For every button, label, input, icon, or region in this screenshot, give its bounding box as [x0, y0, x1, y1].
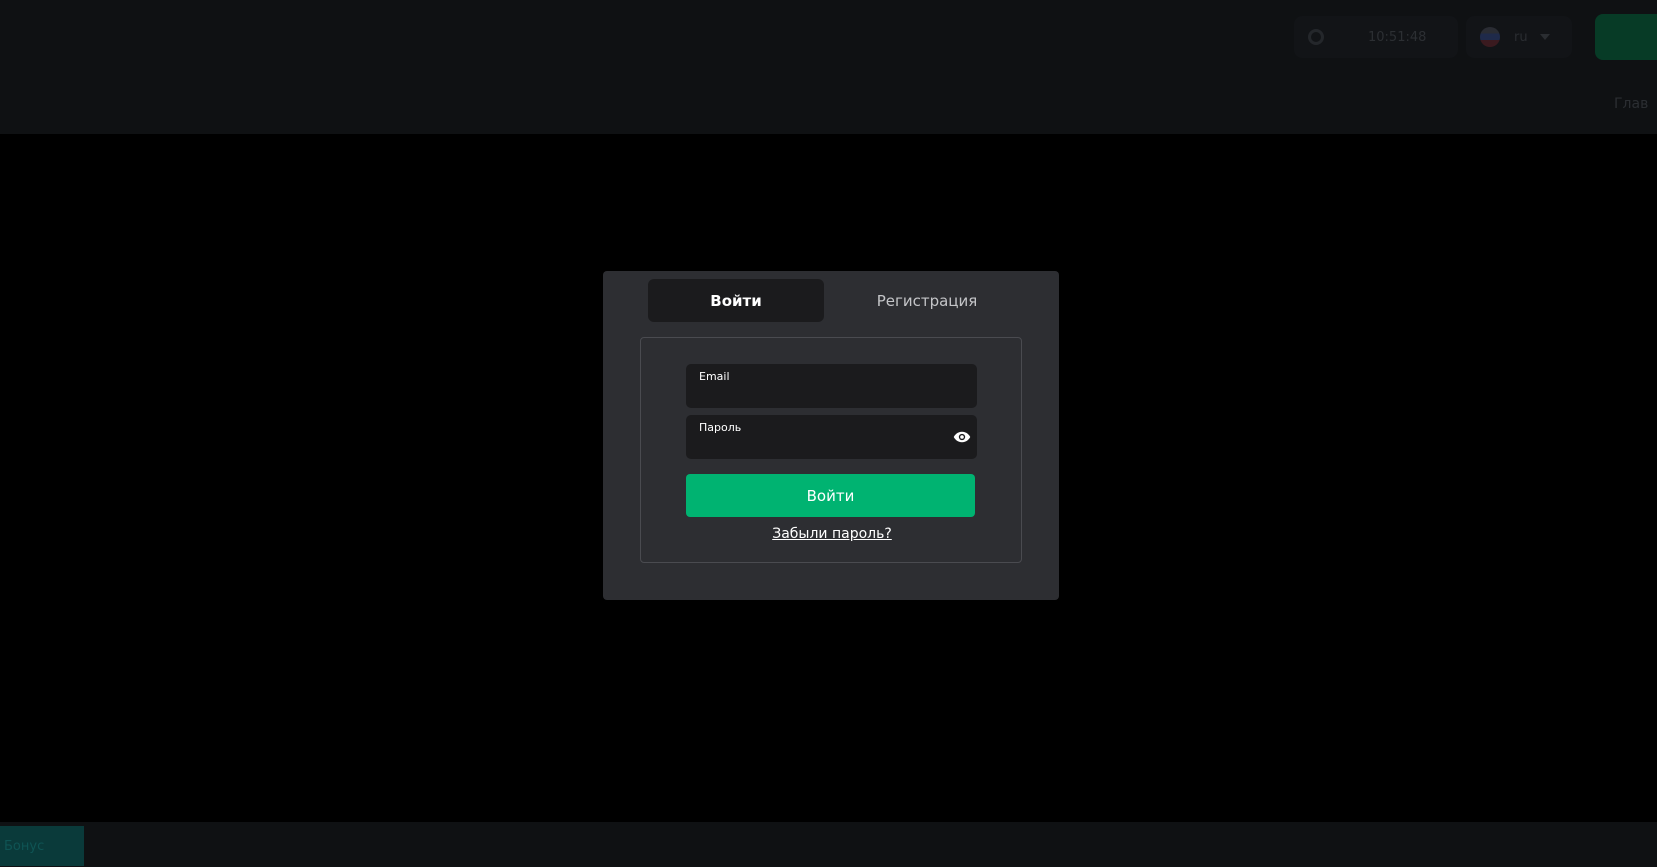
- clock-widget[interactable]: 10:51:48: [1294, 16, 1458, 58]
- nav-link-main[interactable]: Глав: [1614, 96, 1648, 112]
- tab-login[interactable]: Войти: [648, 279, 824, 322]
- page-header: 10:51:48 ru Глав: [0, 0, 1657, 134]
- flag-icon: [1480, 27, 1500, 47]
- language-selector[interactable]: ru: [1466, 16, 1572, 58]
- page-footer: [0, 822, 1657, 867]
- login-form: Email Пароль Войти Забыли пароль?: [640, 337, 1022, 563]
- language-code: ru: [1514, 29, 1528, 45]
- eye-icon[interactable]: [953, 429, 971, 445]
- footer-button[interactable]: Бонус: [0, 826, 84, 866]
- password-label: Пароль: [699, 421, 742, 434]
- login-submit-button[interactable]: Войти: [686, 474, 975, 517]
- email-label: Email: [699, 370, 730, 383]
- tab-register[interactable]: Регистрация: [839, 279, 1015, 322]
- password-input[interactable]: [699, 435, 949, 455]
- password-field[interactable]: Пароль: [686, 415, 977, 459]
- email-field[interactable]: Email: [686, 364, 977, 408]
- header-action-button[interactable]: [1595, 14, 1657, 60]
- auth-tabs: Войти Регистрация: [648, 279, 1030, 322]
- email-input[interactable]: [699, 384, 949, 404]
- clock-text: 10:51:48: [1368, 29, 1427, 45]
- login-modal: Войти Регистрация Email Пароль Войти Заб…: [603, 271, 1059, 600]
- gear-icon: [1308, 29, 1324, 45]
- chevron-down-icon: [1539, 34, 1550, 40]
- forgot-password-link[interactable]: Забыли пароль?: [641, 526, 1023, 542]
